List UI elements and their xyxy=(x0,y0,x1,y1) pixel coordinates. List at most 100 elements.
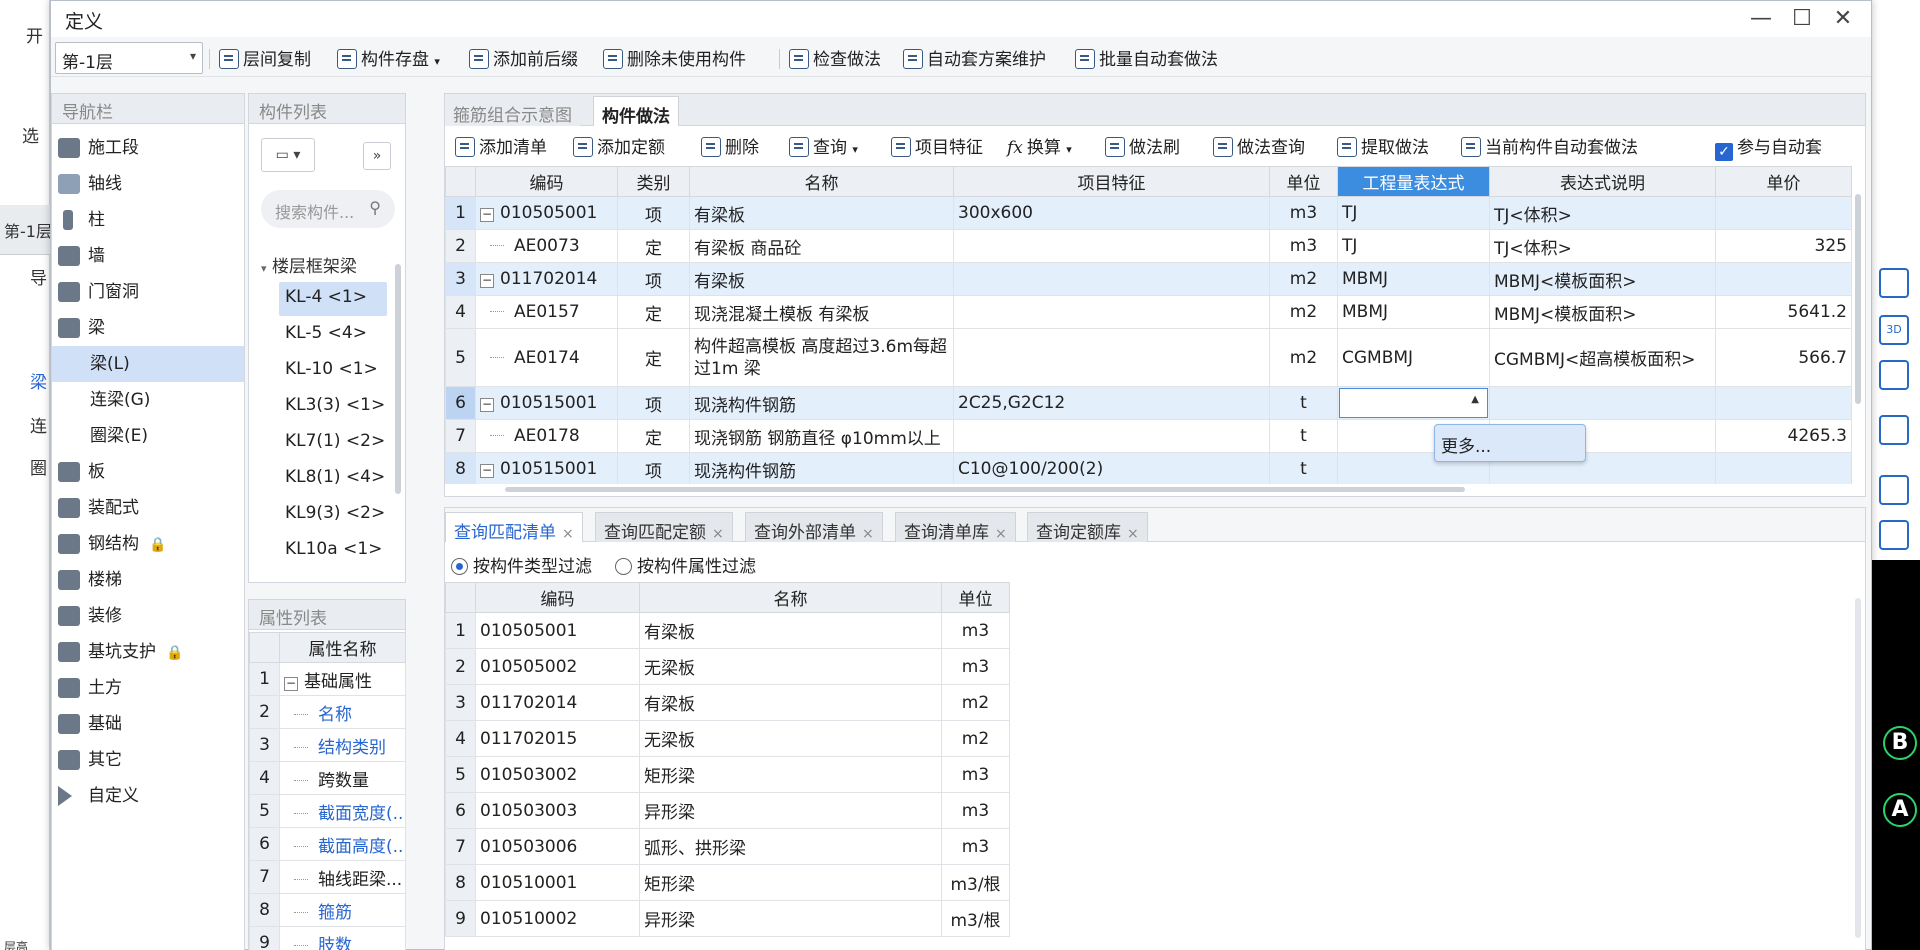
collapse-icon[interactable]: − xyxy=(480,208,494,222)
nav-item-construction-segment[interactable]: 施工段 xyxy=(52,130,244,166)
list-item[interactable]: KL10a <1> xyxy=(279,534,387,568)
table-row[interactable]: 4 AE0157 定 现浇混凝土模板 有梁板 m2 MBMJ MBMJ<模板面积… xyxy=(445,295,1852,329)
method-query-button[interactable]: 做法查询 xyxy=(1213,133,1305,159)
extract-method-button[interactable]: 提取做法 xyxy=(1337,133,1429,159)
nav-item-slab[interactable]: 板 xyxy=(52,454,244,490)
add-quota-button[interactable]: 添加定额 xyxy=(573,133,665,159)
table-row[interactable]: 6 010503003 异形梁 m3 xyxy=(445,792,1010,829)
close-icon[interactable]: × xyxy=(712,526,724,542)
nav-item-wall[interactable]: 墙 xyxy=(52,238,244,274)
list-item[interactable]: KL9(3) <2> xyxy=(279,498,387,532)
ellipse-icon[interactable] xyxy=(1879,268,1909,298)
close-icon[interactable]: × xyxy=(1127,526,1139,542)
box-select-icon[interactable] xyxy=(1879,520,1909,550)
close-button[interactable]: ✕ xyxy=(1823,3,1863,35)
filter-attribute-radio[interactable]: 按构件属性过滤 xyxy=(615,552,756,577)
add-list-button[interactable]: 添加清单 xyxy=(455,133,547,159)
component-list-scrollbar[interactable] xyxy=(395,264,401,494)
nav-item-axis[interactable]: 轴线 xyxy=(52,166,244,202)
column-header-expression[interactable]: 工程量表达式 xyxy=(1337,166,1490,197)
nav-item-foundation[interactable]: 基础 xyxy=(52,706,244,742)
table-row[interactable]: 3 结构类别 xyxy=(249,728,406,762)
column-header-type[interactable]: 类别 xyxy=(617,166,690,197)
nav-item-beam[interactable]: 梁 xyxy=(52,310,244,346)
nav-item-prefab[interactable]: 装配式 xyxy=(52,490,244,526)
close-icon[interactable]: × xyxy=(862,526,874,542)
table-row[interactable]: 4 跨数量 xyxy=(249,761,406,795)
list-item[interactable]: KL-10 <1> xyxy=(279,354,387,388)
nav-item-stairs[interactable]: 楼梯 xyxy=(52,562,244,598)
method-hscroll-thumb[interactable] xyxy=(505,487,1465,492)
column-header-name[interactable]: 名称 xyxy=(639,582,942,613)
tab-stirrup-diagram[interactable]: 箍筋组合示意图 xyxy=(445,96,580,126)
floor-select[interactable]: 第-1层 ▾ xyxy=(55,42,203,74)
table-row[interactable]: 6 截面高度(... xyxy=(249,827,406,861)
dialog-titlebar[interactable]: 定义 — ☐ ✕ xyxy=(51,1,1871,37)
conversion-button[interactable]: fx 换算 ▾ xyxy=(1007,133,1072,159)
table-row[interactable]: 8 −010515001 项 现浇构件钢筋 C10@100/200(2) t xyxy=(445,452,1852,486)
save-component-button[interactable]: 构件存盘 ▾ xyxy=(337,45,440,71)
nav-item-beam-l[interactable]: 梁(L) xyxy=(52,346,244,382)
nav-item-other[interactable]: 其它 xyxy=(52,742,244,778)
table-row[interactable]: 3 −011702014 项 有梁板 m2 MBMJ MBMJ<模板面积> xyxy=(445,262,1852,296)
collapse-icon[interactable]: − xyxy=(284,676,298,691)
table-row[interactable]: 7 010503006 弧形、拱形梁 m3 xyxy=(445,828,1010,865)
close-icon[interactable]: × xyxy=(995,526,1007,542)
table-row[interactable]: 5 AE0174 定 构件超高模板 高度超过3.6m每超过1m 梁 m2 CGM… xyxy=(445,328,1852,387)
table-row[interactable]: 2 名称 xyxy=(249,695,406,729)
tab-query-quota-library[interactable]: 查询定额库 × xyxy=(1027,512,1148,543)
filter-type-radio[interactable]: 按构件类型过滤 xyxy=(451,552,592,577)
collapse-icon[interactable]: − xyxy=(480,274,494,288)
table-row[interactable]: 7 轴线距梁... xyxy=(249,860,406,894)
nav-item-steel-structure[interactable]: 钢结构 🔒 xyxy=(52,526,244,562)
column-header-code[interactable]: 编码 xyxy=(475,582,640,613)
delete-button[interactable]: 删除 xyxy=(701,133,759,159)
list-item[interactable]: KL7(1) <2> xyxy=(279,426,387,460)
batch-auto-button[interactable]: 批量自动套做法 xyxy=(1075,45,1218,71)
collapse-icon[interactable]: − xyxy=(480,464,494,478)
nav-item-column[interactable]: 柱 xyxy=(52,202,244,238)
table-row[interactable]: 9 010510002 异形梁 m3/根 xyxy=(445,900,1010,937)
collapse-icon[interactable]: − xyxy=(480,398,494,412)
column-header-price[interactable]: 单价 xyxy=(1715,166,1852,197)
tab-query-external-list[interactable]: 查询外部清单 × xyxy=(745,512,883,543)
column-header-unit[interactable]: 单位 xyxy=(1269,166,1338,197)
chevron-up-icon[interactable]: ▲ xyxy=(1471,394,1479,405)
table-row[interactable]: 9 肢数 xyxy=(249,926,406,950)
list-item[interactable]: KL-4 <1> xyxy=(279,282,387,316)
column-header-unit[interactable]: 单位 xyxy=(941,582,1010,613)
check-method-button[interactable]: 检查做法 xyxy=(789,45,881,71)
table-row[interactable]: 2 010505002 无梁板 m3 xyxy=(445,648,1010,685)
list-item[interactable]: KL-5 <4> xyxy=(279,318,387,352)
table-row[interactable]: 4 011702015 无梁板 m2 xyxy=(445,720,1010,757)
tab-query-match-quota[interactable]: 查询匹配定额 × xyxy=(595,512,733,543)
3d-view-icon[interactable]: 3D xyxy=(1879,315,1909,345)
expression-dropdown-option[interactable]: 更多... xyxy=(1434,424,1586,462)
column-header-name[interactable]: 名称 xyxy=(689,166,954,197)
delete-unused-button[interactable]: 删除未使用构件 xyxy=(603,45,746,71)
list-item[interactable]: KL8(1) <4> xyxy=(279,462,387,496)
tab-component-method[interactable]: 构件做法 xyxy=(593,96,679,127)
table-row[interactable]: 6 −010515001 项 现浇构件钢筋 2C25,G2C12 t ▲ xyxy=(445,386,1852,420)
component-search-input[interactable]: 搜索构件... ⚲ xyxy=(261,190,395,228)
copy-floor-button[interactable]: 层间复制 xyxy=(219,45,311,71)
expand-panel-button[interactable]: » xyxy=(363,142,391,170)
item-feature-button[interactable]: 项目特征 xyxy=(891,133,983,159)
list-item[interactable]: KL3(3) <1> xyxy=(279,390,387,424)
table-row[interactable]: 2 AE0073 定 有梁板 商品砼 m3 TJ TJ<体积> 325 xyxy=(445,229,1852,263)
maximize-button[interactable]: ☐ xyxy=(1782,3,1822,35)
method-vscroll-thumb[interactable] xyxy=(1855,194,1861,404)
nav-item-opening[interactable]: 门窗洞 xyxy=(52,274,244,310)
auto-apply-current-button[interactable]: 当前构件自动套做法 xyxy=(1461,133,1638,159)
tab-query-match-list[interactable]: 查询匹配清单 × xyxy=(445,512,583,543)
table-row[interactable]: 5 010503002 矩形梁 m3 xyxy=(445,756,1010,793)
tab-query-list-library[interactable]: 查询清单库 × xyxy=(895,512,1016,543)
nav-item-ring-beam[interactable]: 圈梁(E) xyxy=(52,418,244,454)
nav-item-custom[interactable]: 自定义 xyxy=(52,778,244,814)
query-button[interactable]: 查询 ▾ xyxy=(789,133,858,159)
tree-group-floor-frame-beam[interactable]: ▾ 楼层框架梁 xyxy=(261,252,357,277)
add-prefix-suffix-button[interactable]: 添加前后缀 xyxy=(469,45,578,71)
nav-item-decoration[interactable]: 装修 xyxy=(52,598,244,634)
nav-item-pit-support[interactable]: 基坑支护 🔒 xyxy=(52,634,244,670)
table-row[interactable]: 8 箍筋 xyxy=(249,893,406,927)
